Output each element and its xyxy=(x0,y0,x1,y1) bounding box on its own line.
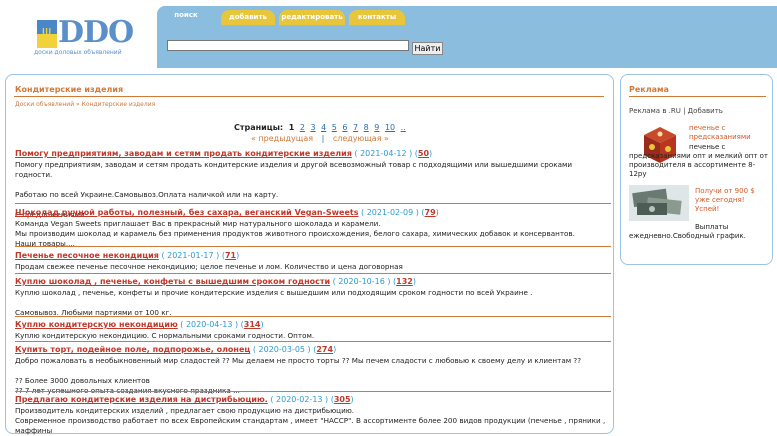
main-content: Кондитерские изделия Доски объявлений » … xyxy=(5,74,614,436)
tab-add[interactable]: добавить xyxy=(221,10,275,25)
tab-edit[interactable]: редактировать xyxy=(279,10,345,25)
listing-title[interactable]: Шоколад ручной работы, полезный, без сах… xyxy=(15,208,358,217)
listing-title[interactable]: Куплю шоколад , печенье, конфеты с вышед… xyxy=(15,277,330,286)
pager-next[interactable]: следующая » xyxy=(333,134,389,143)
pager-page-9[interactable]: 9 xyxy=(374,123,379,132)
list-item: Куплю шоколад , печенье, конфеты с вышед… xyxy=(15,277,611,318)
listing-views[interactable]: 314 xyxy=(244,320,261,329)
list-item: Купить торт, подейное поле, подпорожье, … xyxy=(15,345,611,396)
pager-more[interactable]: .. xyxy=(401,123,406,132)
listing-body: Команда Vegan Sweets приглашает Вас в пр… xyxy=(15,219,575,248)
listing-views[interactable]: 79 xyxy=(425,208,436,217)
listing-views[interactable]: 132 xyxy=(396,277,413,286)
listing-date: ( 2021-02-09 ) xyxy=(361,208,419,217)
listing-date: ( 2021-04-12 ) xyxy=(354,149,413,158)
listing-date: ( 2020-03-05 ) xyxy=(252,345,311,354)
list-item: Предлагаю кондитерские изделия на дистри… xyxy=(15,395,611,436)
listing-views[interactable]: 71 xyxy=(225,251,236,260)
pager-prev[interactable]: « предыдущая xyxy=(251,134,313,143)
listing-body: Куплю шоколад , печенье, конфеты и прочи… xyxy=(15,288,533,317)
list-item: Печенье песочное некондиция ( 2021-01-17… xyxy=(15,251,611,272)
listing-title[interactable]: Печенье песочное некондиция xyxy=(15,251,159,260)
listing-date: ( 2020-02-13 ) xyxy=(270,395,329,404)
pager-page-10[interactable]: 10 xyxy=(385,123,395,132)
tab-search[interactable]: поиск xyxy=(157,6,215,24)
listing-body: Продам свежее печенье песочное некондици… xyxy=(15,262,403,271)
divider xyxy=(629,96,766,97)
pager-nav: « предыдущая | следующая » xyxy=(251,134,389,143)
ad-text: Выплаты ежедневно.Свободный график. xyxy=(629,223,746,240)
listing-views[interactable]: 50 xyxy=(418,149,429,158)
listing-title[interactable]: Помогу предприятиям, заводам и сетям про… xyxy=(15,149,352,158)
listing-title[interactable]: Куплю кондитерскую некондицию xyxy=(15,320,178,329)
search-button[interactable]: Найти xyxy=(412,42,443,55)
ad-text: печенье с предсказаниями опт и мелкий оп… xyxy=(629,143,769,178)
list-item: Шоколад ручной работы, полезный, без сах… xyxy=(15,208,611,249)
pager-page-4[interactable]: 4 xyxy=(321,123,326,132)
list-item: Куплю кондитерскую некондицию ( 2020-04-… xyxy=(15,320,611,341)
site-logo[interactable]: ψ DDO доски доловых объявлений xyxy=(34,15,134,58)
listing-views[interactable]: 274 xyxy=(316,345,333,354)
listing-title[interactable]: Предлагаю кондитерские изделия на дистри… xyxy=(15,395,268,404)
pager-page-5[interactable]: 5 xyxy=(332,123,337,132)
listing-title[interactable]: Купить торт, подейное поле, подпорожье, … xyxy=(15,345,250,354)
pager-page-7[interactable]: 7 xyxy=(353,123,358,132)
pager-page-2[interactable]: 2 xyxy=(300,123,305,132)
logo-subtitle: доски доловых объявлений xyxy=(34,49,122,56)
listing-date: ( 2020-04-13 ) xyxy=(180,320,239,329)
listing-body: Производитель кондитерских изделий , пре… xyxy=(15,406,606,435)
pager-label: Страницы: xyxy=(234,123,284,132)
ad-source[interactable]: Реклама в .RU | Добавить xyxy=(629,107,723,115)
money-image[interactable] xyxy=(629,185,689,221)
trident-icon: ψ xyxy=(42,24,52,40)
ad-panel: Реклама Реклама в .RU | Добавить печенье… xyxy=(620,74,773,265)
breadcrumb-root[interactable]: Доски объявлений xyxy=(15,101,74,108)
ad-highlight[interactable]: Получи от 900 $ уже сегодня! Успей! xyxy=(695,187,771,214)
listing-body: Куплю кондитерскую некондицию. С нормаль… xyxy=(15,331,315,340)
tab-contacts[interactable]: контакты xyxy=(349,10,405,25)
pager-sep: | xyxy=(321,134,325,143)
pager-current: 1 xyxy=(288,123,295,132)
search-input[interactable] xyxy=(167,40,409,51)
pager: Страницы: 1 2 3 4 5 6 7 8 9 10 .. xyxy=(234,123,406,132)
pager-page-8[interactable]: 8 xyxy=(364,123,369,132)
breadcrumb-sep: » xyxy=(76,101,80,108)
ad-highlight[interactable]: печенье с предсказаниями xyxy=(689,124,763,142)
listing-date: ( 2021-01-17 ) xyxy=(161,251,220,260)
pager-page-6[interactable]: 6 xyxy=(342,123,347,132)
listing-views[interactable]: 305 xyxy=(334,395,351,404)
listing-date: ( 2020-10-16 ) xyxy=(332,277,391,286)
logo-text: DDO xyxy=(58,15,134,50)
breadcrumb-current: Кондитерские изделия xyxy=(81,101,156,108)
listing-body: Добро пожаловать в необыкновенный мир сл… xyxy=(15,356,582,395)
divider xyxy=(14,96,604,97)
pager-page-3[interactable]: 3 xyxy=(310,123,315,132)
page-title: Кондитерские изделия xyxy=(15,85,124,94)
breadcrumb: Доски объявлений » Кондитерские изделия xyxy=(15,101,155,108)
ad-title: Реклама xyxy=(629,85,669,94)
